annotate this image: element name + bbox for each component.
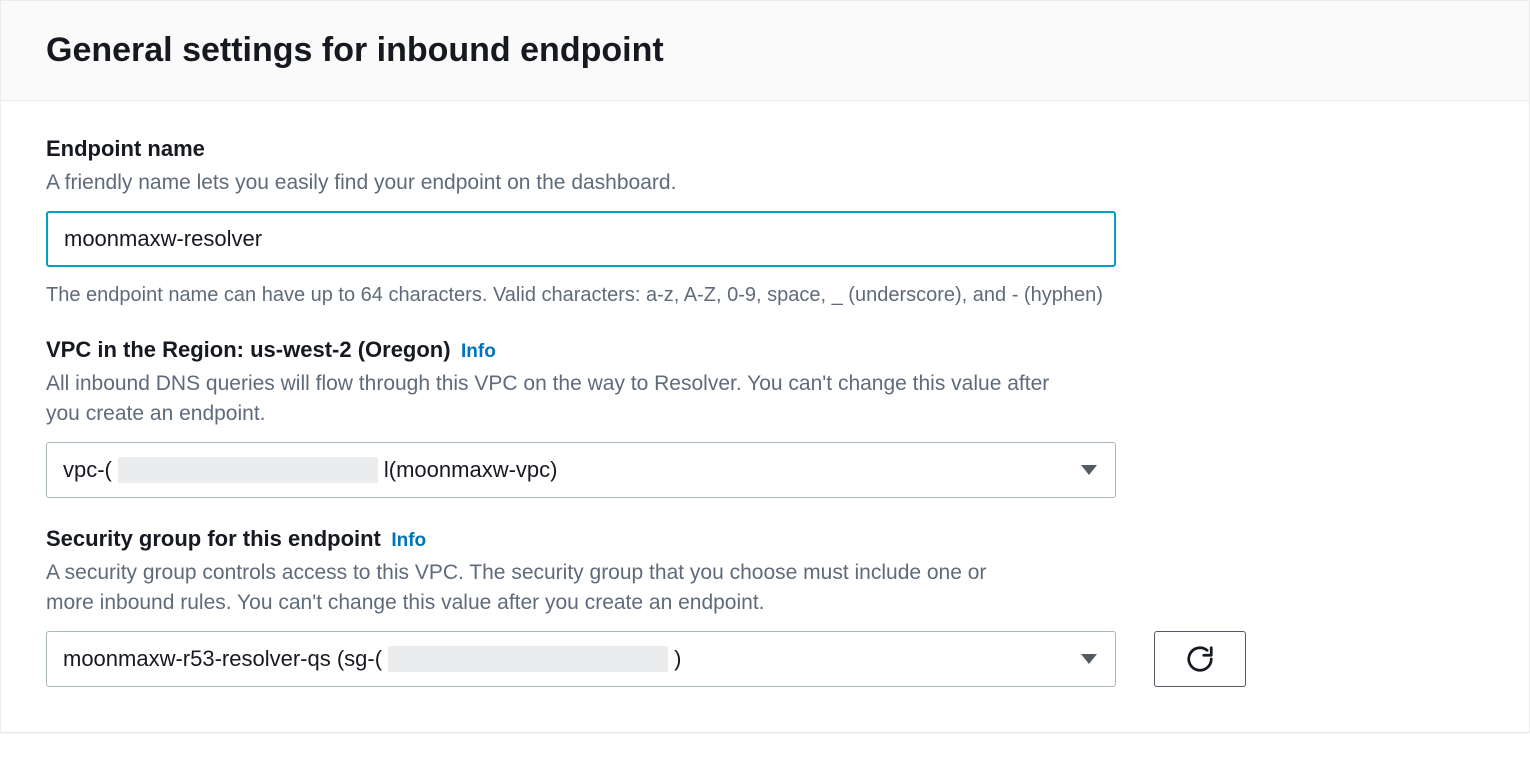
settings-panel: General settings for inbound endpoint En…: [0, 0, 1530, 733]
endpoint-name-group: Endpoint name A friendly name lets you e…: [46, 136, 1484, 309]
sg-id-redacted: [388, 646, 668, 672]
panel-title: General settings for inbound endpoint: [46, 31, 1484, 70]
security-group-row: moonmaxw-r53-resolver-qs (sg-( ): [46, 631, 1484, 687]
security-group-select-wrap: moonmaxw-r53-resolver-qs (sg-( ): [46, 631, 1116, 687]
vpc-group: VPC in the Region: us-west-2 (Oregon) In…: [46, 337, 1484, 498]
panel-header: General settings for inbound endpoint: [1, 1, 1529, 101]
vpc-value-prefix: vpc-(: [63, 457, 112, 483]
sg-value-suffix: ): [674, 646, 681, 672]
endpoint-name-constraint: The endpoint name can have up to 64 char…: [46, 281, 1484, 309]
security-group-info-link[interactable]: Info: [391, 530, 426, 551]
security-group-select[interactable]: moonmaxw-r53-resolver-qs (sg-( ): [46, 631, 1116, 687]
security-group-description: A security group controls access to this…: [46, 558, 1006, 617]
sg-value-prefix: moonmaxw-r53-resolver-qs (sg-(: [63, 646, 382, 672]
endpoint-name-input[interactable]: [46, 211, 1116, 267]
vpc-value-suffix: (moonmaxw-vpc): [389, 457, 558, 483]
vpc-id-redacted: [118, 457, 378, 483]
security-group-group: Security group for this endpoint Info A …: [46, 526, 1484, 687]
vpc-info-link[interactable]: Info: [461, 341, 496, 362]
panel-body: Endpoint name A friendly name lets you e…: [1, 101, 1529, 732]
chevron-down-icon: [1081, 654, 1097, 664]
refresh-icon: [1185, 644, 1215, 674]
vpc-select[interactable]: vpc-( l (moonmaxw-vpc): [46, 442, 1116, 498]
security-group-label: Security group for this endpoint: [46, 526, 381, 551]
vpc-select-wrap: vpc-( l (moonmaxw-vpc): [46, 442, 1116, 498]
endpoint-name-label: Endpoint name: [46, 136, 205, 161]
vpc-label: VPC in the Region: us-west-2 (Oregon): [46, 337, 451, 362]
endpoint-name-description: A friendly name lets you easily find you…: [46, 168, 1086, 197]
refresh-button[interactable]: [1154, 631, 1246, 687]
chevron-down-icon: [1081, 465, 1097, 475]
vpc-description: All inbound DNS queries will flow throug…: [46, 369, 1086, 428]
